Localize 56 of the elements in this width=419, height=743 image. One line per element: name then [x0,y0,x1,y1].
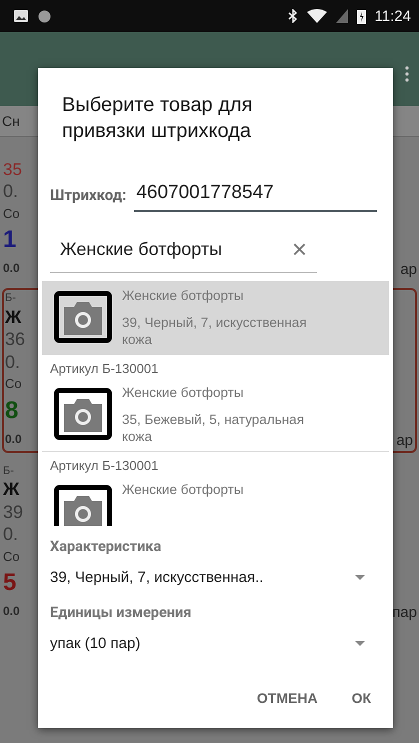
field-label: Единицы измерения [49,603,192,621]
bluetooth-icon [288,9,298,23]
dialog-button[interactable]: ОК [342,684,381,712]
list-text: 39 [3,500,24,524]
clear-button[interactable]: × [282,234,317,264]
battery-icon [356,8,366,24]
field-label: Характеристика [49,537,162,555]
image-icon [14,10,28,22]
caret-icon [355,575,365,580]
dropdown[interactable]: 39, Черный, 7, искусственная.. [38,555,393,592]
camera-icon [54,291,112,343]
list-text: Со [5,376,22,392]
list-text: 0. [3,180,18,203]
signal-icon [336,9,348,23]
camera-icon [54,388,112,440]
list-text: Со [3,548,20,565]
list-text: 0.0 [3,261,20,276]
list-text: Б- [3,464,14,478]
dialog-button[interactable]: ОТМЕНА [246,684,328,712]
camera-icon [54,485,112,526]
unit-text: пар [392,604,417,621]
barcode-label: Штрихкод: [50,186,126,206]
subheader-text: Сн [2,113,20,129]
dialog-title: Выберите товар для привязки штрихкода [61,93,254,144]
product-name: Женские ботфорты [122,287,245,304]
article-text: Артикул Б-130001 [49,457,160,475]
list-text: 35 [3,159,22,180]
circle-icon [38,10,51,22]
product-name: Женские ботфорты [122,481,244,498]
more-icon [405,66,409,82]
list-text: 5 [3,568,16,598]
list-text: Б- [5,292,16,306]
list-text: 1 [3,225,16,255]
clock-time: 11:24 [374,8,411,24]
article-text: Артикул Б-130001 [49,360,160,378]
product-details: 39, Черный, 7, искусственная кожа [122,314,308,348]
wifi-icon [306,9,327,23]
unit-text: ap [396,432,413,448]
list-text: Со [3,206,20,222]
dropdown[interactable]: упак (10 пар) [38,621,393,658]
list-text: 0.0 [5,432,22,446]
list-text: 0. [3,523,18,546]
product-item[interactable]: Женские ботфорты [42,475,389,526]
list-text: Ж [3,478,20,501]
caret-icon [355,641,365,646]
list-text: Ж [5,306,22,328]
product-item[interactable]: Женские ботфорты 39, Черный, 7, искусственная кожа [42,281,389,355]
list-text: 8 [5,396,18,426]
unit-text: ap [400,261,417,278]
list-text: 0.0 [3,604,20,619]
list-text: 0. [5,350,20,374]
product-name: Женские ботфорты [122,384,245,401]
product-item[interactable]: Женские ботфорты 35, Бежевый, 5, натуральная кожа [42,378,389,452]
product-details: 35, Бежевый, 5, натуральная кожа [122,411,305,445]
search-field[interactable]: Женские ботфорты × [50,226,317,273]
list-text: 36 [5,328,26,351]
